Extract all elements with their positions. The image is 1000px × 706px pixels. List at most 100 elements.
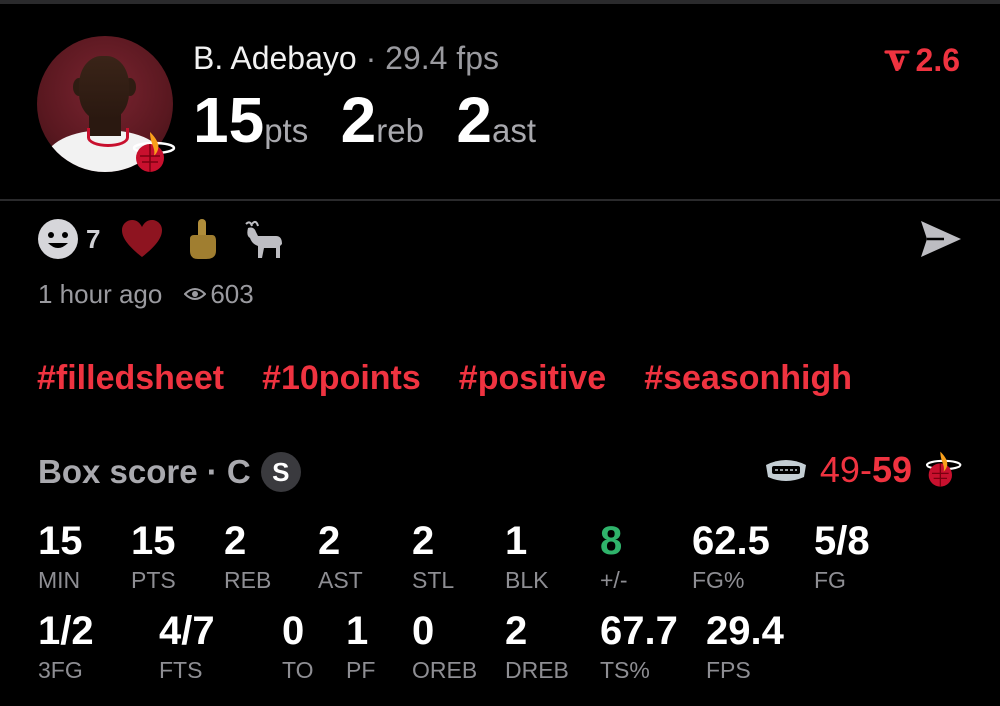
stat-value: 62.5	[692, 519, 770, 563]
eye-icon	[184, 288, 207, 300]
stat-value: 29.4	[706, 609, 784, 653]
spurs-logo-icon	[765, 460, 806, 481]
reaction-goat[interactable]	[240, 218, 286, 260]
stat-label: TO	[282, 657, 314, 683]
player-name[interactable]: B. Adebayo	[193, 40, 357, 76]
box-score-header: Box score · C S	[38, 452, 301, 492]
stat-dreb: 2 DREB	[505, 608, 569, 684]
headline-assists-unit: ast	[492, 112, 537, 149]
stat-to: 0 TO	[282, 608, 314, 684]
reaction-smiley[interactable]: 7	[36, 217, 100, 261]
view-count: 603	[184, 278, 254, 310]
hashtag[interactable]: #filledsheet	[37, 356, 224, 400]
rating-change[interactable]: 2.6	[883, 40, 960, 80]
stat-stl: 2 STL	[412, 518, 454, 594]
stat-label: REB	[224, 567, 272, 593]
stat-min: 15 MIN	[38, 518, 83, 594]
stat-value: 4/7	[159, 609, 215, 653]
stat-label: PTS	[131, 567, 176, 593]
stat-label: AST	[318, 567, 363, 593]
hashtag-list: #filledsheet #10points #positive #season…	[37, 356, 890, 400]
rating-arrow-icon	[883, 50, 910, 71]
avatar-collar	[87, 128, 129, 147]
stat-value: 15	[131, 519, 176, 563]
stat-oreb: 0 OREB	[412, 608, 477, 684]
stat-reb: 2 REB	[224, 518, 271, 594]
stat-value: 1	[505, 519, 528, 563]
post-meta: 1 hour ago 603	[38, 278, 254, 310]
reaction-heart[interactable]	[120, 219, 164, 259]
avatar-head	[79, 56, 129, 120]
hashtag[interactable]: #10points	[262, 356, 421, 400]
stat-fts: 4/7 FTS	[159, 608, 215, 684]
score-dash: -	[859, 449, 872, 490]
headline-points-value: 15	[193, 84, 265, 156]
stat-pts: 15 PTS	[131, 518, 176, 594]
away-score: 49	[819, 449, 860, 490]
hashtag[interactable]: #positive	[459, 356, 606, 400]
stat-blk: 1 BLK	[505, 518, 548, 594]
stat-value: 2	[318, 519, 341, 563]
headline-rebounds-value: 2	[340, 84, 377, 156]
stat-label: 3FG	[38, 657, 83, 683]
stat-label: BLK	[505, 567, 549, 593]
stat-label: MIN	[38, 567, 81, 593]
stat-value: 0	[412, 609, 435, 653]
separator-dot: ·	[365, 40, 377, 76]
stat-value: 67.7	[600, 609, 678, 653]
stat-label: TS%	[600, 657, 650, 683]
post-time: 1 hour ago	[38, 279, 163, 309]
hashtag[interactable]: #seasonhigh	[644, 356, 852, 400]
stat-value: 15	[38, 519, 83, 563]
stat-label: OREB	[412, 657, 478, 683]
game-score[interactable]: 49-59	[764, 448, 962, 492]
reaction-middle-finger[interactable]	[184, 217, 220, 261]
home-score: 59	[871, 449, 912, 490]
stat-fg: 5/8 FG	[814, 518, 870, 594]
heat-logo-icon	[132, 132, 176, 172]
stat-value: 8	[600, 519, 623, 563]
stat-label: PF	[346, 657, 376, 683]
stat-label: FTS	[159, 657, 203, 683]
goat-icon	[245, 220, 283, 258]
stat-value: 2	[505, 609, 528, 653]
share-send-icon[interactable]	[918, 218, 964, 260]
headline-points-unit: pts	[264, 112, 309, 149]
stat-plus-minus: 8 +/-	[600, 518, 627, 594]
stat-value: 2	[224, 519, 247, 563]
stat-value: 1	[346, 609, 369, 653]
reactions-bar: 7	[36, 216, 306, 262]
stat-value: 1/2	[38, 609, 94, 653]
middle-finger-icon	[190, 219, 217, 259]
player-fps: 29.4 fps	[385, 40, 499, 76]
stat-value: 2	[412, 519, 435, 563]
stat-label: FG%	[692, 567, 745, 593]
stat-value: 0	[282, 609, 305, 653]
stat-label: DREB	[505, 657, 569, 683]
box-score-title: Box score	[38, 453, 198, 490]
starter-badge: S	[260, 452, 301, 492]
stat-label: STL	[412, 567, 455, 593]
heat-logo-icon	[925, 451, 962, 487]
headline-assists-value: 2	[456, 84, 493, 156]
heart-icon	[122, 220, 163, 257]
rating-change-value: 2.6	[915, 42, 960, 78]
stat-label: +/-	[600, 567, 628, 593]
stat-pf: 1 PF	[346, 608, 375, 684]
stat-fps: 29.4 FPS	[706, 608, 784, 684]
player-title: B. Adebayo · 29.4 fps	[193, 38, 499, 78]
stat-fg-pct: 62.5 FG%	[692, 518, 770, 594]
headline-stats: 15pts 2reb 2ast	[193, 82, 564, 158]
top-divider	[0, 0, 1000, 4]
stat-value: 5/8	[814, 519, 870, 563]
headline-rebounds-unit: reb	[376, 112, 424, 149]
view-count-value: 603	[210, 279, 254, 309]
stat-label: FG	[814, 567, 846, 593]
stat-3fg: 1/2 3FG	[38, 608, 94, 684]
smiley-icon	[38, 219, 78, 259]
stat-label: FPS	[706, 657, 751, 683]
stat-ast: 2 AST	[318, 518, 363, 594]
stat-ts-pct: 67.7 TS%	[600, 608, 678, 684]
section-divider	[0, 199, 1000, 201]
reaction-count: 7	[86, 223, 101, 254]
